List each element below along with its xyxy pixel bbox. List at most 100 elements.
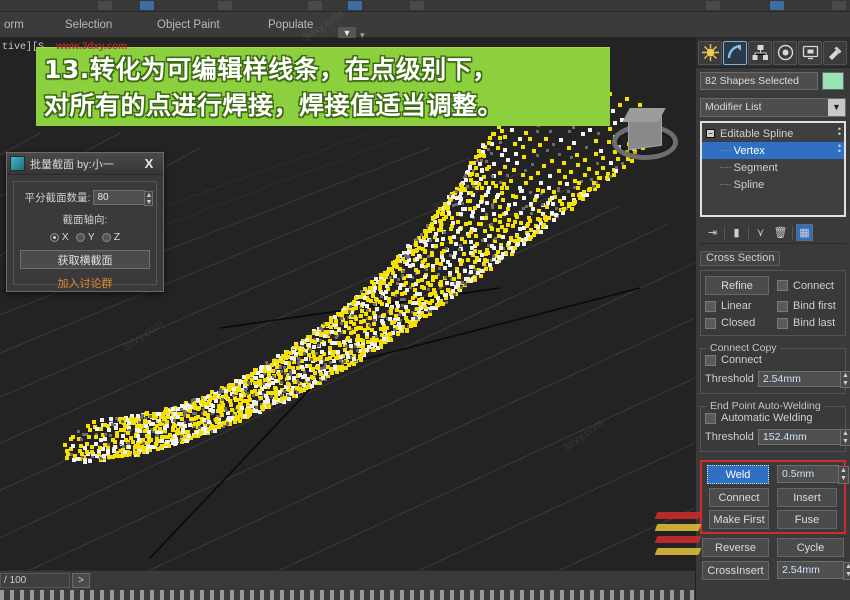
spline-vertex[interactable]: [403, 281, 408, 286]
spline-vertex[interactable]: [545, 201, 550, 206]
axis-radio-z[interactable]: Z: [101, 231, 120, 243]
spline-vertex[interactable]: [423, 313, 428, 318]
go-to-frame-button[interactable]: >: [72, 573, 90, 588]
spline-vertex[interactable]: [220, 398, 224, 402]
spline-vertex[interactable]: [88, 428, 93, 433]
spline-vertex[interactable]: [496, 250, 500, 255]
spline-vertex[interactable]: [502, 182, 507, 187]
spline-vertex[interactable]: [546, 186, 551, 191]
spline-vertex[interactable]: [280, 394, 283, 398]
spline-vertex[interactable]: [351, 361, 356, 366]
spline-vertex[interactable]: [440, 236, 445, 241]
spline-vertex[interactable]: [277, 390, 282, 395]
spline-vertex[interactable]: [491, 181, 496, 186]
spline-vertex[interactable]: [286, 376, 291, 381]
spline-vertex[interactable]: [459, 182, 464, 187]
spline-vertex[interactable]: [459, 259, 464, 264]
spline-vertex[interactable]: [194, 412, 198, 416]
spline-vertex[interactable]: [383, 290, 388, 295]
spline-vertex[interactable]: [562, 161, 567, 166]
spline-vertex[interactable]: [575, 152, 580, 157]
dialog-title-bar[interactable]: 批量截面 by:小一 X: [7, 153, 163, 175]
get-cross-section-button[interactable]: 获取横截面: [20, 250, 150, 269]
spline-vertex[interactable]: [466, 184, 470, 188]
spline-vertex[interactable]: [528, 237, 532, 242]
spline-vertex[interactable]: [279, 366, 282, 369]
spline-vertex[interactable]: [77, 430, 81, 434]
spline-vertex[interactable]: [528, 201, 533, 206]
spline-vertex[interactable]: [518, 186, 523, 191]
spline-vertex[interactable]: [500, 234, 505, 239]
spline-vertex[interactable]: [582, 173, 587, 178]
spline-vertex[interactable]: [394, 307, 399, 312]
spline-vertex[interactable]: [478, 176, 483, 181]
spline-vertex[interactable]: [77, 449, 82, 454]
spline-vertex[interactable]: [136, 437, 141, 442]
spline-vertex[interactable]: [439, 289, 444, 294]
spline-vertex[interactable]: [135, 442, 140, 447]
spline-vertex[interactable]: [609, 174, 613, 178]
spline-vertex[interactable]: [106, 427, 111, 432]
spline-vertex[interactable]: [520, 173, 525, 178]
spline-vertex[interactable]: [429, 222, 434, 227]
spline-vertex[interactable]: [443, 215, 448, 220]
spline-vertex[interactable]: [361, 344, 366, 349]
spline-vertex[interactable]: [217, 423, 222, 428]
spline-vertex[interactable]: [441, 249, 446, 254]
stack-toggle-dots[interactable]: • •: [838, 142, 841, 156]
spline-vertex[interactable]: [302, 352, 306, 356]
spline-vertex[interactable]: [433, 243, 438, 248]
spline-vertex[interactable]: [532, 148, 536, 153]
spline-vertex[interactable]: [155, 433, 159, 437]
spline-vertex[interactable]: [158, 422, 163, 427]
spline-vertex[interactable]: [444, 292, 449, 297]
spline-vertex[interactable]: [503, 134, 508, 139]
spline-vertex[interactable]: [328, 315, 333, 320]
spline-vertex[interactable]: [149, 437, 154, 442]
spline-vertex[interactable]: [229, 408, 234, 413]
spline-vertex[interactable]: [302, 383, 306, 388]
spline-vertex[interactable]: [483, 258, 488, 263]
spline-vertex[interactable]: [483, 251, 488, 256]
axis-radio-y[interactable]: Y: [75, 231, 95, 243]
spline-vertex[interactable]: [213, 398, 218, 403]
spline-vertex[interactable]: [144, 424, 149, 429]
spline-vertex[interactable]: [287, 397, 292, 402]
spline-vertex[interactable]: [158, 426, 163, 431]
spline-vertex[interactable]: [415, 292, 420, 297]
spline-vertex[interactable]: [284, 361, 289, 366]
spline-vertex[interactable]: [413, 282, 418, 287]
auto-welding-threshold-input[interactable]: 152.4mm ▲ ▼: [757, 429, 850, 446]
spline-vertex[interactable]: [484, 212, 488, 216]
spline-vertex[interactable]: [101, 447, 106, 452]
spline-vertex[interactable]: [436, 210, 441, 215]
check-closed[interactable]: Closed: [705, 317, 769, 329]
spline-vertex[interactable]: [379, 273, 384, 278]
spline-vertex[interactable]: [464, 173, 468, 177]
spline-vertex[interactable]: [334, 319, 339, 324]
spline-vertex[interactable]: [582, 158, 587, 163]
spline-vertex[interactable]: [486, 164, 491, 169]
spline-vertex[interactable]: [561, 211, 566, 216]
spline-vertex[interactable]: [417, 301, 422, 306]
spline-vertex[interactable]: [405, 309, 410, 314]
checkbox-icon[interactable]: [705, 354, 716, 366]
spline-vertex[interactable]: [194, 416, 199, 421]
spline-vertex[interactable]: [435, 296, 440, 301]
spline-vertex[interactable]: [518, 220, 523, 225]
spline-vertex[interactable]: [93, 441, 98, 446]
spline-vertex[interactable]: [310, 384, 314, 389]
spline-vertex[interactable]: [309, 357, 313, 361]
spline-vertex[interactable]: [168, 433, 173, 438]
spline-vertex[interactable]: [312, 380, 317, 385]
spline-vertex[interactable]: [586, 167, 591, 172]
spline-vertex[interactable]: [472, 249, 477, 253]
checkbox-icon[interactable]: [705, 412, 716, 424]
spline-vertex[interactable]: [453, 284, 458, 289]
spline-vertex[interactable]: [229, 402, 234, 407]
spline-vertex[interactable]: [126, 430, 131, 435]
spline-vertex[interactable]: [471, 209, 475, 214]
spline-vertex[interactable]: [484, 216, 488, 221]
spline-vertex[interactable]: [337, 327, 342, 332]
spline-vertex[interactable]: [548, 174, 553, 178]
